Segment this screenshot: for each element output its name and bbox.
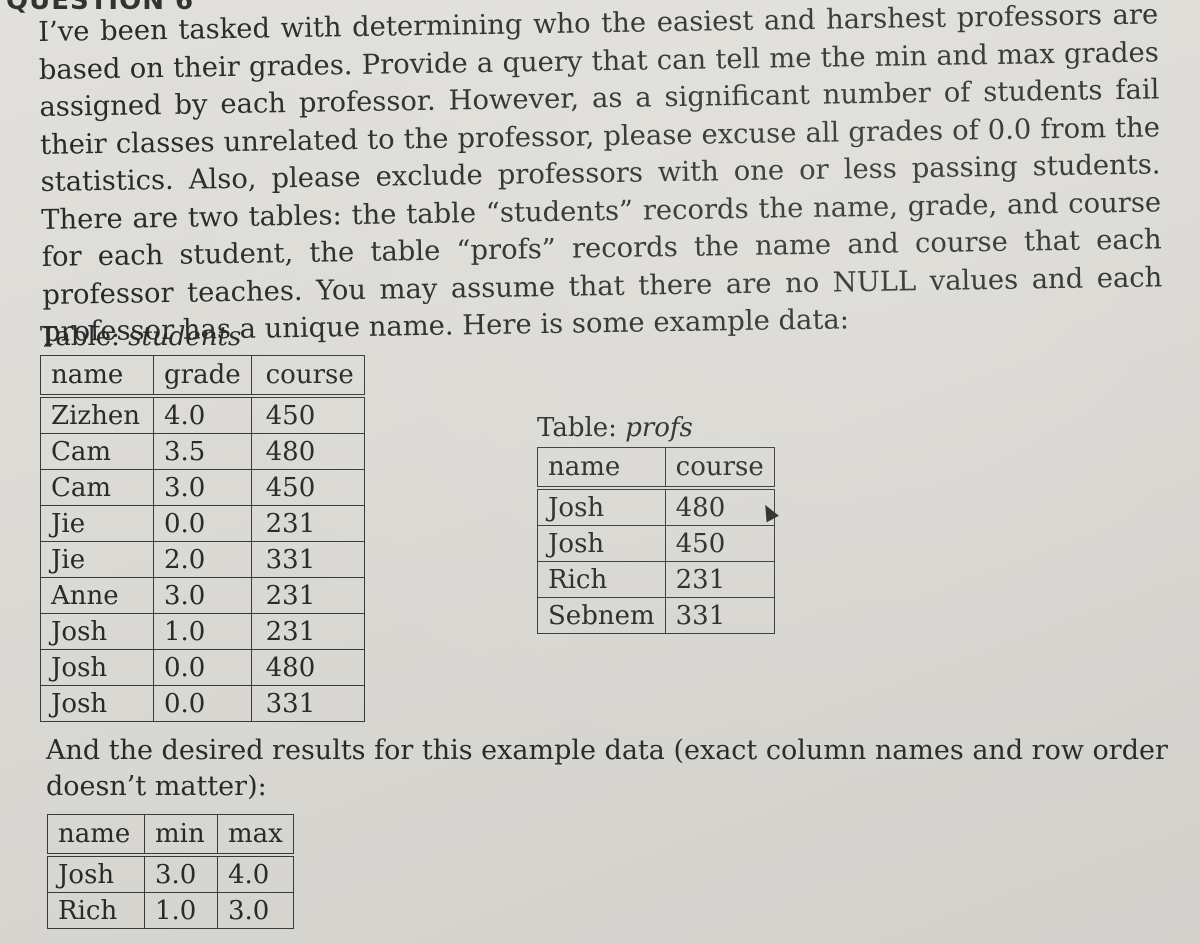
cell-grade: 3.0 bbox=[153, 469, 252, 506]
profs-table-caption: Table: profs bbox=[537, 413, 693, 443]
cell-name: Josh bbox=[40, 685, 154, 722]
cell-course: 231 bbox=[250, 613, 365, 650]
cell-course: 231 bbox=[250, 577, 365, 614]
table-row: Cam 3.0 450 bbox=[40, 469, 365, 506]
cell-course: 450 bbox=[250, 469, 365, 506]
cell-min: 3.0 bbox=[144, 854, 218, 893]
cell-min: 1.0 bbox=[144, 892, 218, 929]
table-header-row: name min max bbox=[47, 814, 294, 856]
table-row: Josh 1.0 231 bbox=[40, 613, 365, 650]
column-header-course: course bbox=[664, 447, 775, 489]
table-row: Josh 3.0 4.0 bbox=[47, 854, 294, 893]
cell-name: Cam bbox=[40, 469, 154, 506]
cell-name: Jie bbox=[40, 505, 154, 542]
cell-name: Josh bbox=[537, 525, 666, 562]
cell-grade: 0.0 bbox=[153, 649, 252, 686]
cell-name: Cam bbox=[40, 433, 154, 470]
cell-name: Zizhen bbox=[40, 395, 154, 434]
cell-course: 331 bbox=[250, 685, 365, 722]
cell-grade: 3.5 bbox=[153, 433, 252, 470]
column-header-course: course bbox=[250, 355, 365, 397]
table-row: Sebnem 331 bbox=[537, 597, 775, 634]
column-header-name: name bbox=[40, 355, 154, 397]
table-row: Anne 3.0 231 bbox=[40, 577, 365, 614]
cell-grade: 2.0 bbox=[153, 541, 252, 578]
table-row: Rich 1.0 3.0 bbox=[47, 892, 294, 929]
cell-name: Josh bbox=[40, 613, 154, 650]
cell-name: Jie bbox=[40, 541, 154, 578]
column-header-grade: grade bbox=[153, 355, 252, 397]
students-table-caption: Table: students bbox=[40, 322, 241, 352]
table-row: Jie 0.0 231 bbox=[40, 505, 365, 542]
cell-course: 331 bbox=[250, 541, 365, 578]
results-table: name min max Josh 3.0 4.0 Rich 1.0 3.0 bbox=[47, 814, 294, 929]
question-prompt: I’ve been tasked with determining who th… bbox=[38, 0, 1163, 348]
cell-name: Sebnem bbox=[537, 597, 666, 634]
cell-max: 4.0 bbox=[217, 854, 294, 893]
table-row: Josh 0.0 331 bbox=[40, 685, 365, 722]
cell-name: Josh bbox=[537, 487, 666, 526]
caption-table-name: students bbox=[128, 322, 242, 352]
cell-course: 231 bbox=[664, 561, 775, 598]
column-header-min: min bbox=[144, 814, 218, 856]
table-row: Josh 0.0 480 bbox=[40, 649, 365, 686]
cell-grade: 0.0 bbox=[153, 685, 252, 722]
caption-prefix: Table: bbox=[537, 413, 617, 443]
cell-name: Rich bbox=[537, 561, 666, 598]
cell-course: 450 bbox=[664, 525, 775, 562]
table-row: Cam 3.5 480 bbox=[40, 433, 365, 470]
cell-course: 480 bbox=[664, 487, 775, 526]
cell-name: Rich bbox=[47, 892, 145, 929]
column-header-max: max bbox=[217, 814, 294, 856]
cell-course: 450 bbox=[250, 395, 365, 434]
cell-max: 3.0 bbox=[217, 892, 294, 929]
results-intro: And the desired results for this example… bbox=[46, 735, 1168, 802]
cell-course: 331 bbox=[664, 597, 775, 634]
table-header-row: name course bbox=[537, 447, 775, 489]
column-header-name: name bbox=[537, 447, 666, 489]
cell-course: 231 bbox=[250, 505, 365, 542]
profs-table: name course Josh 480 Josh 450 Rich 231 S… bbox=[537, 447, 775, 634]
cell-name: Josh bbox=[47, 854, 145, 893]
table-row: Josh 450 bbox=[537, 525, 775, 562]
table-header-row: name grade course bbox=[40, 355, 365, 397]
cell-grade: 1.0 bbox=[153, 613, 252, 650]
cell-course: 480 bbox=[250, 433, 365, 470]
cell-grade: 3.0 bbox=[153, 577, 252, 614]
cell-name: Josh bbox=[40, 649, 154, 686]
cell-course: 480 bbox=[250, 649, 365, 686]
table-row: Rich 231 bbox=[537, 561, 775, 598]
caption-prefix: Table: bbox=[40, 322, 120, 352]
table-row: Josh 480 bbox=[537, 487, 775, 526]
students-table: name grade course Zizhen 4.0 450 Cam 3.5… bbox=[40, 355, 365, 722]
cell-name: Anne bbox=[40, 577, 154, 614]
table-row: Jie 2.0 331 bbox=[40, 541, 365, 578]
caption-table-name: profs bbox=[625, 413, 693, 443]
table-row: Zizhen 4.0 450 bbox=[40, 395, 365, 434]
cell-grade: 0.0 bbox=[153, 505, 252, 542]
cell-grade: 4.0 bbox=[153, 395, 252, 434]
column-header-name: name bbox=[47, 814, 145, 856]
